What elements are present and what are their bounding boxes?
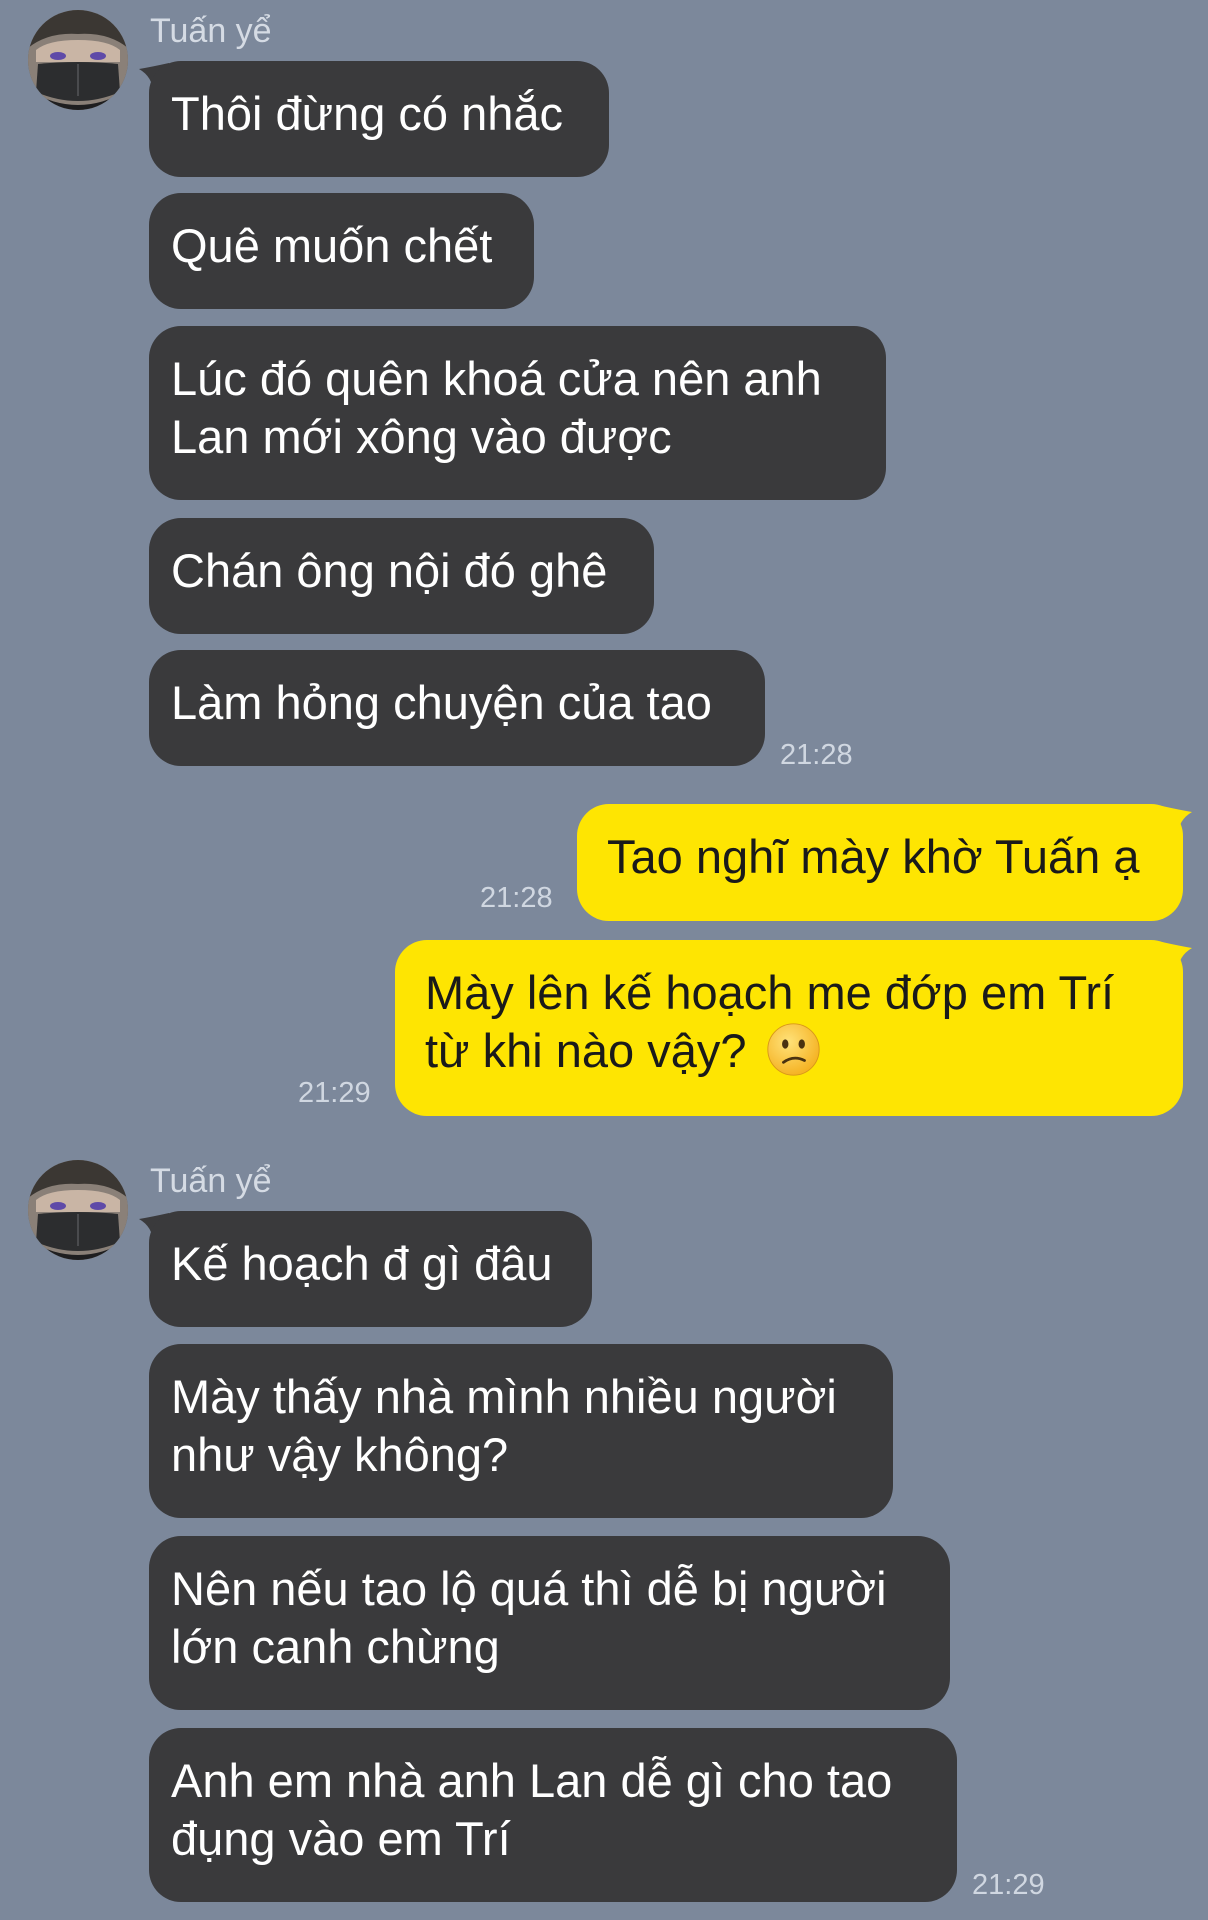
- contact-avatar[interactable]: [28, 1160, 128, 1260]
- sender-name: Tuấn yể: [150, 1162, 272, 1200]
- message-timestamp: 21:28: [780, 739, 853, 771]
- message-text: Lúc đó quên khoá cửa nên anh: [171, 352, 822, 405]
- message-timestamp: 21:28: [480, 882, 553, 914]
- bubble-tail: [1162, 806, 1192, 836]
- message-text: lớn canh chừng: [171, 1620, 500, 1673]
- outgoing-message-bubble[interactable]: Tao nghĩ mày khờ Tuấn ạ: [577, 804, 1183, 921]
- incoming-message-bubble[interactable]: Quê muốn chết: [149, 193, 534, 309]
- message-text: như vậy không?: [171, 1428, 509, 1481]
- message-timestamp: 21:29: [972, 1869, 1045, 1901]
- message-text: Làm hỏng chuyện của tao: [171, 676, 712, 729]
- message-text: Chán ông nội đó ghê: [171, 544, 608, 597]
- incoming-message-bubble[interactable]: Chán ông nội đó ghê: [149, 518, 654, 634]
- message-text: Lan mới xông vào được: [171, 410, 672, 463]
- message-text: Mày thấy nhà mình nhiều người: [171, 1370, 837, 1423]
- message-timestamp: 21:29: [298, 1077, 371, 1109]
- message-text: Kế hoạch đ gì đâu: [171, 1237, 553, 1290]
- incoming-message-bubble[interactable]: Nên nếu tao lộ quá thì dễ bị người lớn c…: [149, 1536, 950, 1710]
- message-text: từ khi nào vậy?: [425, 1024, 747, 1077]
- message-text: Anh em nhà anh Lan dễ gì cho tao: [171, 1754, 893, 1807]
- message-text: Mày lên kế hoạch me đớp em Trí: [425, 966, 1115, 1019]
- incoming-message-bubble[interactable]: Thôi đừng có nhắc: [149, 61, 609, 177]
- contact-avatar[interactable]: [28, 10, 128, 110]
- incoming-message-bubble[interactable]: Anh em nhà anh Lan dễ gì cho tao đụng và…: [149, 1728, 957, 1902]
- incoming-message-bubble[interactable]: Làm hỏng chuyện của tao: [149, 650, 765, 766]
- message-text: Quê muốn chết: [171, 219, 493, 272]
- sender-name: Tuấn yể: [150, 12, 272, 50]
- incoming-message-bubble[interactable]: Kế hoạch đ gì đâu: [149, 1211, 592, 1327]
- confused-face-icon: [766, 1022, 821, 1077]
- bubble-tail: [1162, 942, 1192, 972]
- incoming-message-bubble[interactable]: Lúc đó quên khoá cửa nên anh Lan mới xôn…: [149, 326, 886, 500]
- message-text: đụng vào em Trí: [171, 1812, 511, 1865]
- message-text: Nên nếu tao lộ quá thì dễ bị người: [171, 1562, 887, 1615]
- outgoing-message-bubble[interactable]: Mày lên kế hoạch me đớp em Trí từ khi nà…: [395, 940, 1183, 1116]
- incoming-message-bubble[interactable]: Mày thấy nhà mình nhiều người như vậy kh…: [149, 1344, 893, 1518]
- message-text: Tao nghĩ mày khờ Tuấn ạ: [607, 830, 1140, 883]
- message-text: Thôi đừng có nhắc: [171, 87, 564, 140]
